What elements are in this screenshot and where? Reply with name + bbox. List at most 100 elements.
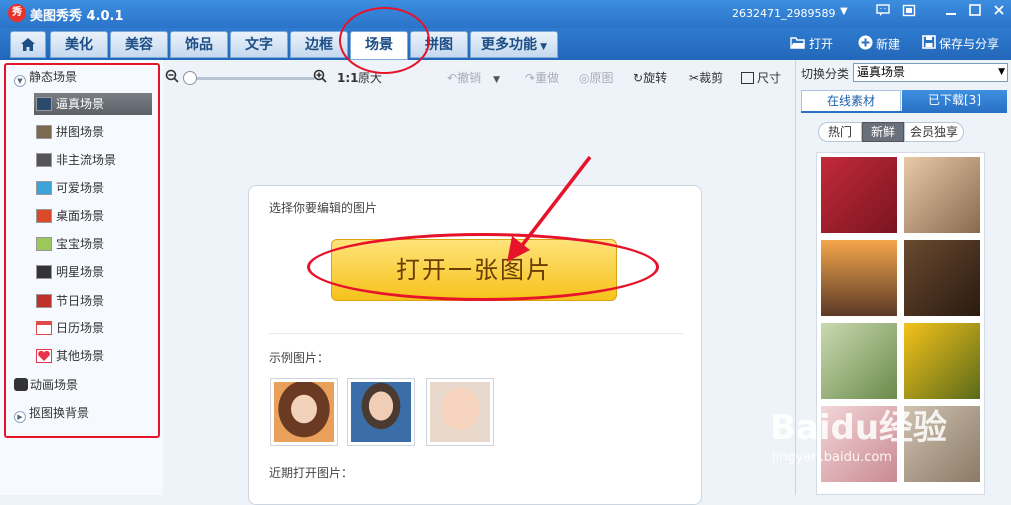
example-photo-2[interactable] xyxy=(347,378,415,446)
tab-online-material[interactable]: 在线素材 xyxy=(801,90,901,111)
sidebar-item-holiday[interactable]: 节日场景 xyxy=(36,290,152,312)
zoom-slider-handle[interactable] xyxy=(183,71,197,85)
close-icon[interactable] xyxy=(990,4,1008,22)
user-id[interactable]: 2632471_2989589 xyxy=(732,7,835,20)
category-select[interactable]: 逼真场景 ▼ xyxy=(853,63,1008,82)
realistic-scene-icon xyxy=(36,97,52,111)
folder-open-icon xyxy=(790,36,806,54)
editing-canvas: 选择你要编辑的图片 打开一张图片 示例图片： 近期打开图片： xyxy=(163,94,795,505)
animated-scene-group[interactable]: 动画场景 xyxy=(14,375,78,395)
sidebar-item-cute[interactable]: 可爱场景 xyxy=(36,177,152,199)
undo-button[interactable]: ↶撤销 ▼ xyxy=(447,70,500,86)
cutout-group-label: 抠图换背景 xyxy=(29,406,90,420)
watermark: Baidu经验 xyxy=(770,408,948,448)
skin-icon[interactable] xyxy=(900,4,918,22)
annotation-circle xyxy=(339,7,430,74)
new-button[interactable]: 新建 xyxy=(858,35,900,53)
cutout-background-group[interactable]: ▶ 抠图换背景 xyxy=(14,403,89,423)
title-bar: 秀 美图秀秀 4.0.1 2632471_2989589 ▼ xyxy=(0,0,1011,28)
sidebar-item-label: 桌面场景 xyxy=(56,209,105,223)
minimize-icon[interactable] xyxy=(942,4,960,22)
sidebar-item-realistic[interactable]: 逼真场景 xyxy=(34,93,152,115)
watermark-url: jingyan.baidu.com xyxy=(772,450,892,465)
sidebar-item-label: 日历场景 xyxy=(56,321,105,335)
sidebar-item-collage[interactable]: 拼图场景 xyxy=(36,121,152,143)
app-logo-icon: 秀 xyxy=(8,4,26,22)
animated-group-label: 动画场景 xyxy=(30,378,79,392)
zoom-out-icon[interactable] xyxy=(165,69,179,85)
sidebar-item-label: 可爱场景 xyxy=(56,181,105,195)
zoom-slider-track[interactable] xyxy=(185,77,315,80)
save-share-label: 保存与分享 xyxy=(939,37,1000,51)
undo-dropdown-icon[interactable]: ▼ xyxy=(493,75,500,85)
filter-hot[interactable]: 热门 xyxy=(818,122,862,142)
scene-thumb-3[interactable] xyxy=(819,238,899,318)
scene-thumb-4[interactable] xyxy=(902,238,982,318)
sidebar-item-desktop[interactable]: 桌面场景 xyxy=(36,205,152,227)
home-tab[interactable] xyxy=(10,31,46,58)
tab-text[interactable]: 文字 xyxy=(230,31,288,58)
maximize-icon[interactable] xyxy=(966,4,984,22)
sidebar-item-label: 逼真场景 xyxy=(56,97,105,111)
save-share-button[interactable]: 保存与分享 xyxy=(922,35,999,53)
tab-downloaded[interactable]: 已下载[3] xyxy=(902,90,1007,111)
app-title: 美图秀秀 4.0.1 xyxy=(30,9,124,24)
sidebar-item-label: 非主流场景 xyxy=(56,153,117,167)
filter-new[interactable]: 新鲜 xyxy=(862,122,904,142)
collapse-icon: ▼ xyxy=(14,75,26,87)
animated-scene-icon xyxy=(14,378,28,391)
tab-more-label: 更多功能 xyxy=(480,37,537,53)
redo-button[interactable]: ↷重做 xyxy=(525,70,559,86)
tab-more-features[interactable]: 更多功能 ▼ xyxy=(470,31,558,58)
sidebar-item-nonmainstream[interactable]: 非主流场景 xyxy=(36,149,152,171)
sidebar-item-baby[interactable]: 宝宝场景 xyxy=(36,233,152,255)
sidebar-item-label: 其他场景 xyxy=(56,349,105,363)
static-scene-group[interactable]: ▼ 静态场景 xyxy=(14,67,77,87)
edit-toolbar: 1:1 原大 ↶撤销 ▼ ↷重做 ◎原图 ↻旋转 ✂裁剪 尺寸 xyxy=(163,60,795,94)
sidebar-item-label: 拼图场景 xyxy=(56,125,105,139)
tab-accessories[interactable]: 饰品 xyxy=(170,31,228,58)
recent-images-label: 近期打开图片： xyxy=(269,466,354,480)
zoom-in-icon[interactable] xyxy=(313,69,327,85)
crop-button[interactable]: ✂裁剪 xyxy=(689,70,723,86)
redo-label: 重做 xyxy=(535,71,560,85)
scene-thumb-5[interactable] xyxy=(819,321,899,401)
example-images-label: 示例图片： xyxy=(269,351,330,365)
sidebar-item-calendar[interactable]: 日历场景 xyxy=(36,317,152,339)
home-icon xyxy=(21,38,35,51)
category-label: 切换分类 xyxy=(801,67,850,81)
ratio-1-1-button[interactable]: 1:1 xyxy=(337,70,359,86)
message-icon[interactable] xyxy=(874,4,892,22)
scene-thumb-1[interactable] xyxy=(819,155,899,235)
resize-button[interactable]: 尺寸 xyxy=(741,70,781,86)
chevron-down-icon: ▼ xyxy=(998,67,1005,77)
sidebar-item-label: 节日场景 xyxy=(56,294,105,308)
tab-beautify[interactable]: 美化 xyxy=(50,31,108,58)
original-image-label: 原图 xyxy=(589,71,614,85)
original-image-button[interactable]: ◎原图 xyxy=(579,70,614,86)
holiday-scene-icon xyxy=(36,294,52,308)
undo-icon: ↶ xyxy=(447,71,458,85)
collage-scene-icon xyxy=(36,125,52,139)
rotate-button[interactable]: ↻旋转 xyxy=(633,70,667,86)
example-photo-1[interactable] xyxy=(270,378,338,446)
user-dropdown-icon[interactable]: ▼ xyxy=(840,6,848,17)
save-icon xyxy=(922,35,936,54)
tab-portrait[interactable]: 美容 xyxy=(110,31,168,58)
example-photo-3[interactable] xyxy=(426,378,494,446)
cute-scene-icon xyxy=(36,181,52,195)
celebrity-scene-icon xyxy=(36,265,52,279)
static-group-label: 静态场景 xyxy=(29,70,78,84)
open-file-button[interactable]: 打开 xyxy=(790,35,833,53)
plus-circle-icon xyxy=(858,35,873,55)
filter-vip[interactable]: 会员独享 xyxy=(904,122,964,142)
scene-thumb-2[interactable] xyxy=(902,155,982,235)
sidebar-item-other[interactable]: 其他场景 xyxy=(36,345,152,367)
category-value: 逼真场景 xyxy=(857,65,906,79)
original-image-icon: ◎ xyxy=(579,71,590,85)
sidebar-item-celebrity[interactable]: 明星场景 xyxy=(36,261,152,283)
scene-thumb-6[interactable] xyxy=(902,321,982,401)
expand-icon: ▶ xyxy=(14,411,26,423)
open-image-card: 选择你要编辑的图片 打开一张图片 示例图片： 近期打开图片： xyxy=(248,185,702,505)
rotate-icon: ↻ xyxy=(633,71,644,85)
